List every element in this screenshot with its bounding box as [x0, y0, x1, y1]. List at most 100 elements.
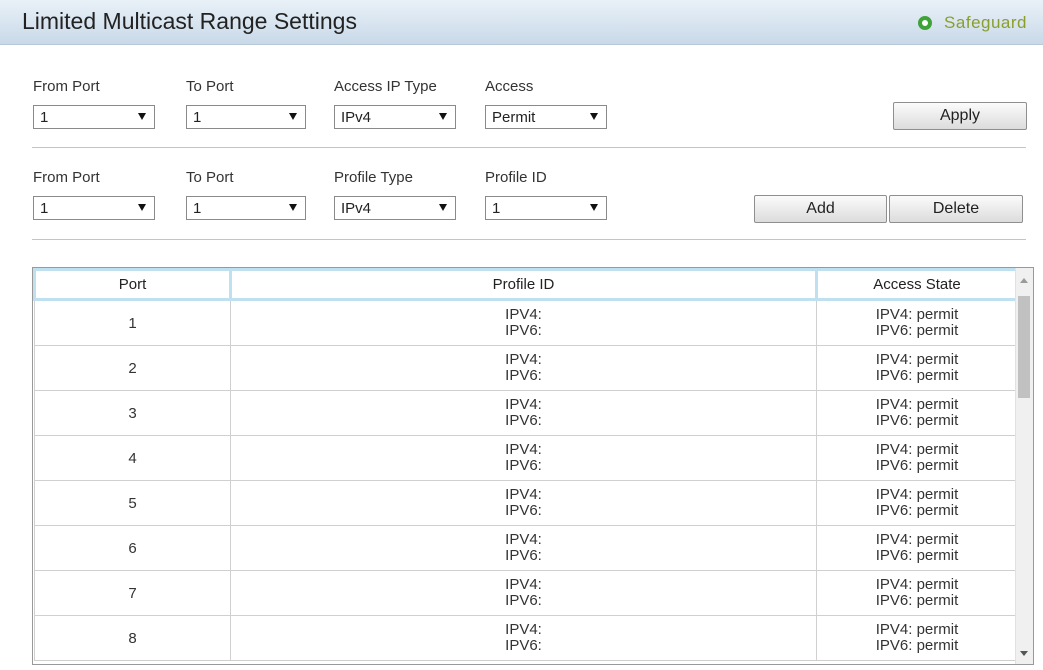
from-port-select-2[interactable]: 1	[33, 196, 155, 220]
profile-ipv4: IPV4:	[505, 621, 542, 638]
add-button[interactable]: Add	[754, 195, 887, 223]
from-port-label: From Port	[33, 78, 100, 95]
port-cell: 8	[34, 615, 231, 661]
header-access-state: Access State	[815, 268, 1019, 301]
profile-ipv6: IPV6:	[505, 502, 542, 519]
access-select[interactable]: Permit	[485, 105, 607, 129]
scroll-up-arrow-icon[interactable]	[1020, 278, 1028, 283]
table-row: 2 IPV4: IPV6: IPV4: permit IPV6: permit	[34, 345, 1018, 391]
port-cell: 5	[34, 480, 231, 526]
divider	[32, 147, 1026, 148]
profile-id-select[interactable]: 1	[485, 196, 607, 220]
access-cell: IPV4: permit IPV6: permit	[816, 299, 1018, 346]
profile-ipv4: IPV4:	[505, 396, 542, 413]
profile-id-value: 1	[492, 200, 501, 217]
profile-cell: IPV4: IPV6:	[230, 615, 817, 661]
from-port-value-2: 1	[40, 200, 49, 217]
table-scrollbar[interactable]	[1015, 268, 1033, 664]
delete-button[interactable]: Delete	[889, 195, 1023, 223]
safeguard-label: Safeguard	[944, 13, 1027, 32]
safeguard-status-icon	[918, 16, 933, 30]
chevron-down-icon	[439, 113, 447, 120]
access-cell: IPV4: permit IPV6: permit	[816, 345, 1018, 391]
access-ip-type-label: Access IP Type	[334, 78, 437, 95]
profile-ipv4: IPV4:	[505, 306, 542, 323]
access-ipv6: IPV6: permit	[875, 322, 959, 339]
access-cell: IPV4: permit IPV6: permit	[816, 615, 1018, 661]
to-port-select[interactable]: 1	[186, 105, 306, 129]
profile-ipv6: IPV6:	[505, 367, 542, 384]
from-port-value: 1	[40, 109, 49, 126]
title-bar: Limited Multicast Range Settings Safegua…	[0, 0, 1043, 45]
profile-ipv6: IPV6:	[505, 322, 542, 339]
to-port-value: 1	[193, 109, 202, 126]
profile-cell: IPV4: IPV6:	[230, 345, 817, 391]
table-header-row: Port Profile ID Access State	[33, 268, 1019, 301]
port-cell: 7	[34, 570, 231, 616]
access-cell: IPV4: permit IPV6: permit	[816, 480, 1018, 526]
chevron-down-icon	[138, 204, 146, 211]
table-row: 8 IPV4: IPV6: IPV4: permit IPV6: permit	[34, 615, 1018, 661]
profile-ipv6: IPV6:	[505, 457, 542, 474]
header-profile-id: Profile ID	[229, 268, 818, 301]
access-ipv6: IPV6: permit	[875, 367, 959, 384]
table-row: 1 IPV4: IPV6: IPV4: permit IPV6: permit	[34, 299, 1018, 346]
header-port: Port	[33, 268, 232, 301]
access-ip-type-select[interactable]: IPv4	[334, 105, 456, 129]
access-ipv4: IPV4: permit	[875, 306, 959, 323]
table-row: 5 IPV4: IPV6: IPV4: permit IPV6: permit	[34, 480, 1018, 526]
divider-2	[32, 239, 1026, 240]
access-ipv4: IPV4: permit	[875, 531, 959, 548]
port-cell: 4	[34, 435, 231, 481]
access-ipv6: IPV6: permit	[875, 592, 959, 609]
from-port-select[interactable]: 1	[33, 105, 155, 129]
profile-ipv6: IPV6:	[505, 412, 542, 429]
access-cell: IPV4: permit IPV6: permit	[816, 435, 1018, 481]
table-row: 4 IPV4: IPV6: IPV4: permit IPV6: permit	[34, 435, 1018, 481]
access-ipv6: IPV6: permit	[875, 547, 959, 564]
port-cell: 3	[34, 390, 231, 436]
access-ipv6: IPV6: permit	[875, 457, 959, 474]
access-ipv4: IPV4: permit	[875, 441, 959, 458]
profile-id-label: Profile ID	[485, 169, 547, 186]
access-ipv4: IPV4: permit	[875, 576, 959, 593]
profile-type-label: Profile Type	[334, 169, 413, 186]
apply-button[interactable]: Apply	[893, 102, 1027, 130]
profile-type-select[interactable]: IPv4	[334, 196, 456, 220]
profile-cell: IPV4: IPV6:	[230, 299, 817, 346]
profile-ipv6: IPV6:	[505, 547, 542, 564]
table-row: 3 IPV4: IPV6: IPV4: permit IPV6: permit	[34, 390, 1018, 436]
safeguard-indicator[interactable]: Safeguard	[918, 13, 1027, 33]
scroll-down-arrow-icon[interactable]	[1020, 651, 1028, 656]
access-cell: IPV4: permit IPV6: permit	[816, 525, 1018, 571]
ports-table-container: Port Profile ID Access State 1 IPV4: IPV6…	[32, 267, 1034, 665]
to-port-value-2: 1	[193, 200, 202, 217]
profile-ipv4: IPV4:	[505, 486, 542, 503]
chevron-down-icon	[289, 204, 297, 211]
access-ipv6: IPV6: permit	[875, 637, 959, 654]
to-port-label: To Port	[186, 78, 234, 95]
profile-cell: IPV4: IPV6:	[230, 390, 817, 436]
chevron-down-icon	[138, 113, 146, 120]
chevron-down-icon	[439, 204, 447, 211]
to-port-select-2[interactable]: 1	[186, 196, 306, 220]
port-cell: 6	[34, 525, 231, 571]
profile-cell: IPV4: IPV6:	[230, 570, 817, 616]
ports-table: Port Profile ID Access State 1 IPV4: IPV6…	[33, 268, 1019, 661]
profile-ipv4: IPV4:	[505, 576, 542, 593]
scrollbar-thumb[interactable]	[1018, 296, 1030, 398]
access-ip-type-value: IPv4	[341, 109, 372, 126]
port-cell: 1	[34, 299, 231, 346]
profile-cell: IPV4: IPV6:	[230, 435, 817, 481]
access-ipv4: IPV4: permit	[875, 486, 959, 503]
table-row: 7 IPV4: IPV6: IPV4: permit IPV6: permit	[34, 570, 1018, 616]
profile-ipv4: IPV4:	[505, 531, 542, 548]
from-port-label-2: From Port	[33, 169, 100, 186]
page-title: Limited Multicast Range Settings	[22, 8, 357, 34]
access-ipv4: IPV4: permit	[875, 351, 959, 368]
chevron-down-icon	[289, 113, 297, 120]
profile-ipv6: IPV6:	[505, 592, 542, 609]
profile-type-value: IPv4	[341, 200, 372, 217]
table-row: 6 IPV4: IPV6: IPV4: permit IPV6: permit	[34, 525, 1018, 571]
access-cell: IPV4: permit IPV6: permit	[816, 570, 1018, 616]
